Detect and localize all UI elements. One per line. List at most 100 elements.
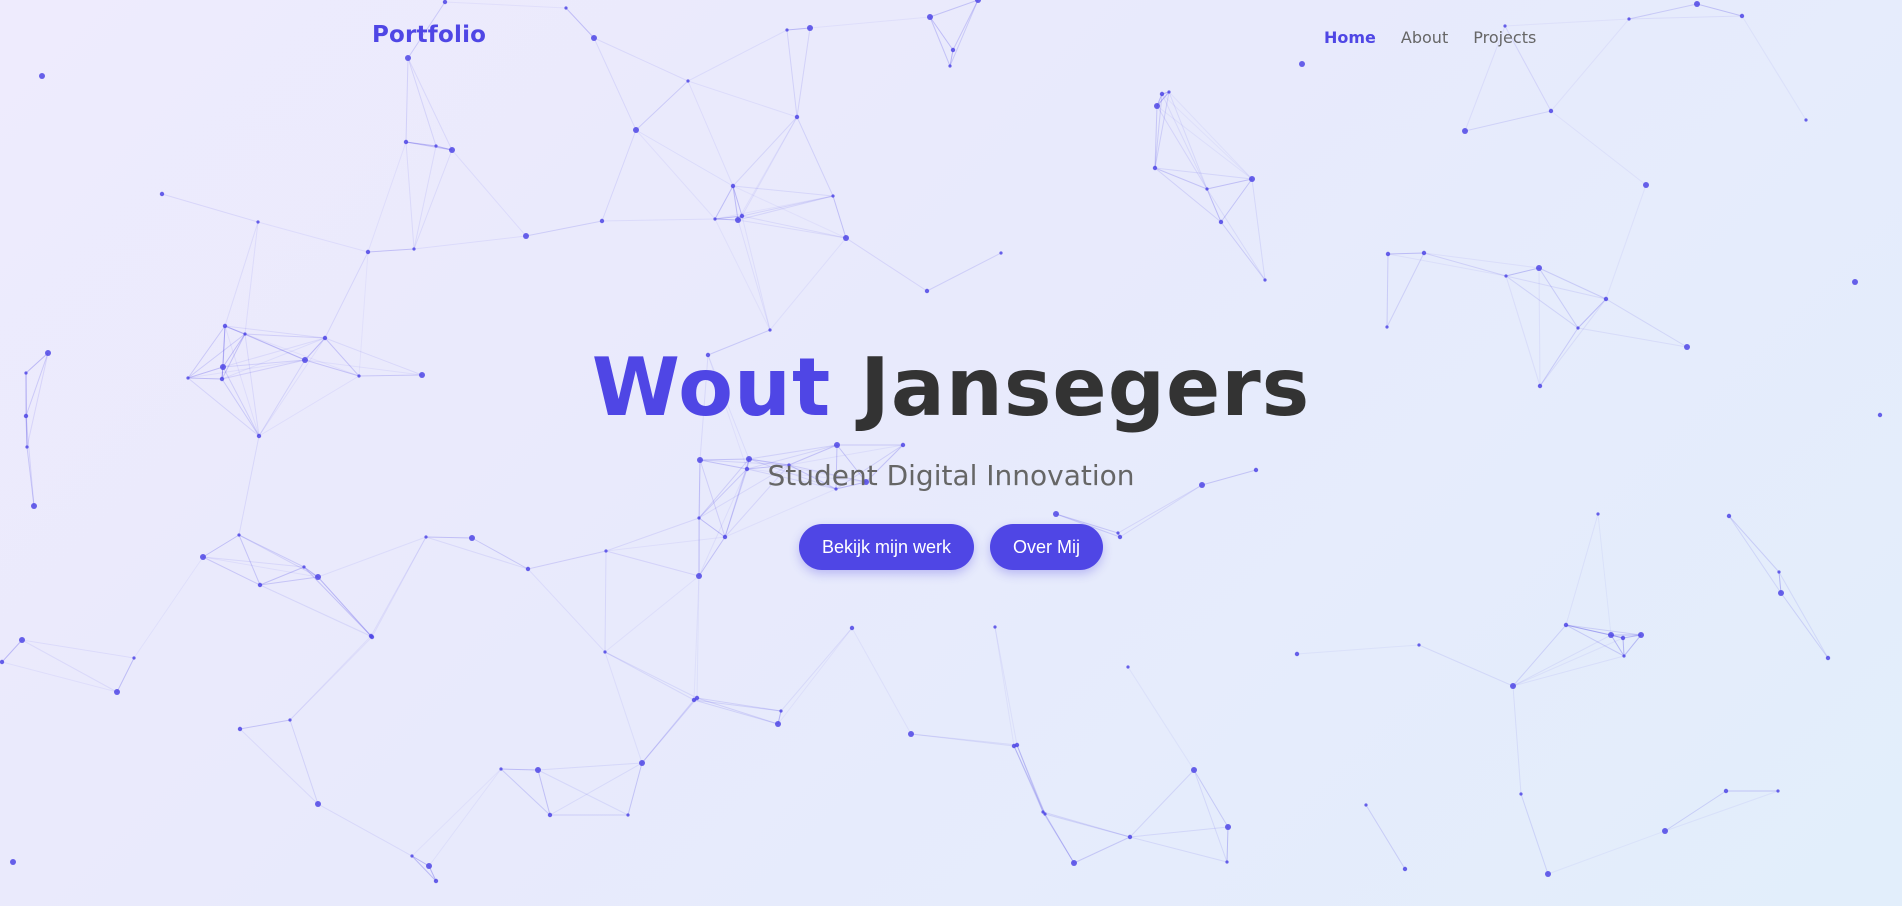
network-link [737, 219, 847, 239]
network-node [288, 718, 292, 722]
brand-logo[interactable]: Portfolio [372, 22, 486, 48]
about-me-button[interactable]: Over Mij [990, 524, 1104, 570]
network-link [1577, 298, 1607, 329]
network-link [239, 719, 291, 730]
nav-link-about[interactable]: About [1401, 28, 1448, 47]
network-node [1154, 103, 1160, 109]
network-link [687, 80, 734, 187]
network-node [369, 634, 375, 640]
network-link [1226, 826, 1229, 863]
network-link [259, 584, 373, 638]
network-link [1013, 745, 1046, 815]
network-link [1512, 624, 1567, 687]
network-link [1156, 105, 1208, 190]
network-link [732, 116, 798, 187]
network-node [1191, 767, 1197, 773]
network-link [851, 627, 912, 735]
network-node [1385, 325, 1389, 329]
network-node [426, 863, 432, 869]
network-node [1608, 632, 1614, 638]
network-link [1129, 769, 1195, 838]
network-link [1387, 252, 1425, 255]
network-link [289, 719, 319, 805]
network-node [315, 801, 321, 807]
network-link [601, 129, 637, 222]
network-node [1776, 789, 1780, 793]
network-node [403, 139, 409, 145]
network-node [1126, 665, 1130, 669]
network-link [994, 626, 1015, 747]
network-link [1386, 252, 1425, 328]
network-link [317, 803, 413, 857]
network-link [1418, 644, 1514, 687]
network-link [845, 237, 928, 292]
network-link [1206, 178, 1253, 190]
network-link [133, 556, 204, 659]
network-link [687, 80, 798, 118]
network-node [410, 854, 414, 858]
nav-link-home[interactable]: Home [1324, 28, 1376, 47]
network-node [794, 114, 800, 120]
network-node [132, 656, 136, 660]
network-node [256, 220, 260, 224]
network-link [1127, 666, 1195, 771]
view-work-button[interactable]: Bekijk mijn werk [798, 524, 975, 570]
network-link [926, 252, 1002, 292]
network-node [523, 233, 529, 239]
network-node [1159, 91, 1165, 97]
network-link [1780, 592, 1829, 659]
network-link [161, 193, 259, 223]
network-node [1218, 219, 1224, 225]
network-link [635, 129, 734, 187]
network-node [1011, 743, 1017, 749]
network-node [626, 813, 630, 817]
network-node [603, 650, 607, 654]
network-link [1365, 804, 1406, 870]
network-node [1536, 265, 1542, 271]
hero-title: Wout Jansegers [0, 336, 1902, 440]
network-link [1193, 769, 1228, 863]
network-node [1364, 803, 1368, 807]
network-link [1423, 252, 1507, 277]
network-node [1225, 824, 1231, 830]
network-node [1417, 643, 1421, 647]
network-link [1605, 184, 1647, 300]
network-link [367, 248, 415, 253]
network-node [1385, 251, 1391, 257]
network-node [843, 235, 849, 241]
network-node [433, 878, 439, 884]
network-node [775, 721, 781, 727]
network-link [1073, 836, 1131, 864]
network-link [324, 251, 369, 339]
network-link [1129, 826, 1229, 838]
network-node [735, 217, 741, 223]
network-link [527, 568, 606, 653]
network-link [1206, 188, 1266, 281]
network-node [499, 767, 503, 771]
network-link [405, 141, 415, 250]
network-link [601, 218, 716, 222]
network-link [451, 149, 527, 237]
network-node [159, 191, 165, 197]
network-link [367, 141, 407, 253]
network-link [741, 116, 798, 217]
hero-subtitle: Student Digital Innovation [767, 459, 1135, 492]
network-link [1206, 188, 1222, 223]
network-link [769, 237, 847, 331]
network-node [713, 217, 717, 221]
network-node [1205, 187, 1209, 191]
network-link [1129, 836, 1228, 863]
network-node [1620, 635, 1626, 641]
network-link [413, 149, 453, 250]
network-link [116, 657, 135, 693]
network-link [641, 697, 698, 764]
network-node [1603, 296, 1609, 302]
network-node [1825, 655, 1831, 661]
hero-section: Wout Jansegers Student Digital Innovatio… [0, 336, 1902, 570]
network-link [1664, 790, 1727, 832]
network-link [714, 218, 739, 221]
nav-link-projects[interactable]: Projects [1473, 28, 1536, 47]
network-link [910, 733, 1015, 747]
network-node [849, 625, 855, 631]
network-link [1044, 813, 1075, 864]
